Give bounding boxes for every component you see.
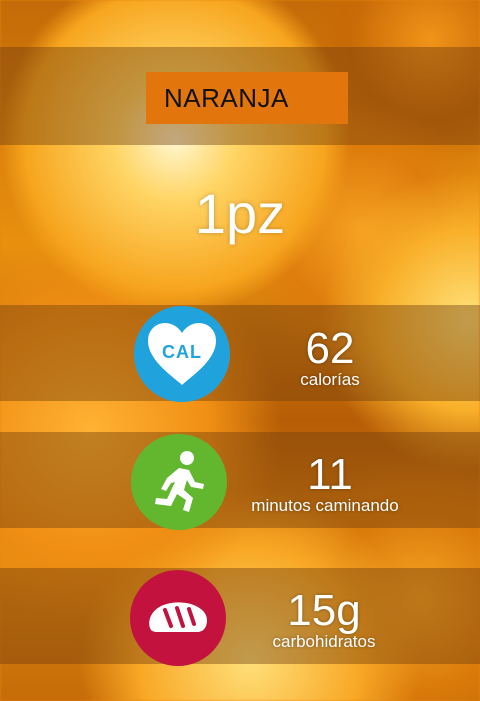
food-title: NARANJA bbox=[164, 82, 289, 113]
calories-label: calorías bbox=[300, 370, 360, 389]
carbs-value: 15g bbox=[287, 586, 361, 635]
heart-cal-icon: CAL bbox=[148, 323, 216, 385]
calories-value: 62 bbox=[305, 324, 355, 373]
calories-icon-circle: CAL bbox=[134, 306, 230, 402]
bread-icon bbox=[149, 602, 207, 632]
title-box: NARANJA bbox=[146, 72, 348, 124]
svg-text:CAL: CAL bbox=[162, 342, 202, 362]
walking-label: minutos caminando bbox=[251, 496, 399, 515]
running-person-icon bbox=[155, 451, 204, 512]
carbs-icon-circle bbox=[130, 570, 226, 666]
carbs-label: carbohidratos bbox=[272, 632, 376, 651]
walking-stat: 11 minutos caminando bbox=[220, 452, 440, 516]
quantity: 1pz bbox=[194, 182, 286, 245]
calories-stat: 62 calorías bbox=[220, 326, 440, 390]
carbs-stat: 15g carbohidratos bbox=[214, 588, 434, 652]
walking-value: 11 bbox=[307, 450, 353, 499]
